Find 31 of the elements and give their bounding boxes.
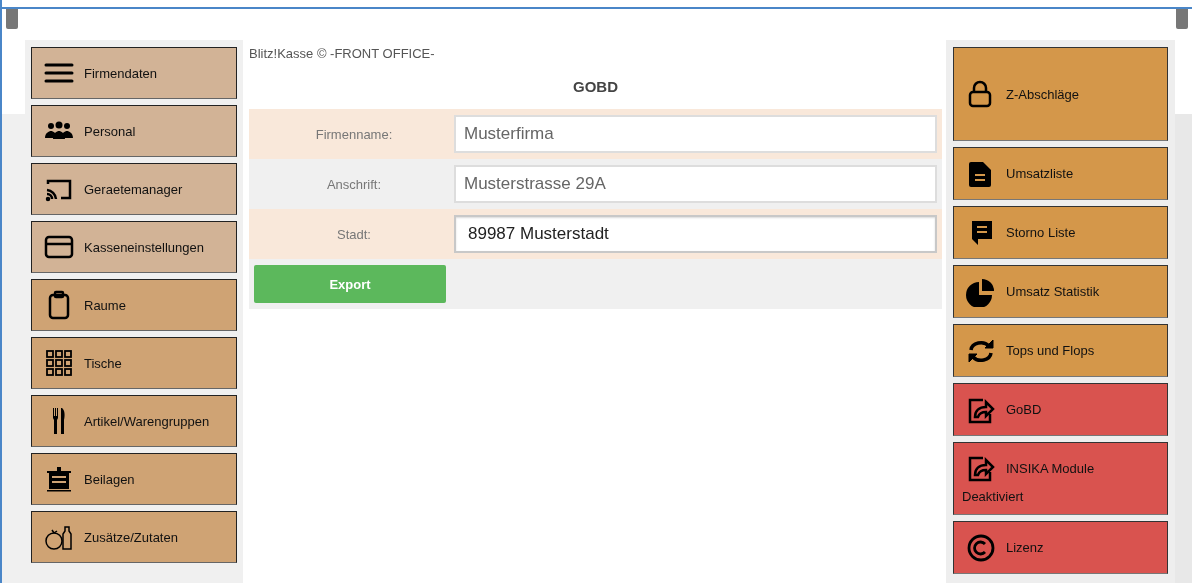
menu-button[interactable]: Tops und Flops <box>953 324 1168 377</box>
menu-button[interactable]: Z-Abschläge <box>953 47 1168 141</box>
input-field[interactable]: 89987 Musterstadt <box>454 215 937 253</box>
input-field[interactable]: Musterfirma <box>454 115 937 153</box>
menu-button[interactable]: Storno Liste <box>953 206 1168 259</box>
field-label: Firmenname: <box>314 126 394 142</box>
bookmark-icon <box>6 9 18 29</box>
pie-chart-icon <box>966 276 996 307</box>
menu-button[interactable]: Firmendaten <box>31 47 237 99</box>
menu-button[interactable]: Artikel/Warengruppen <box>31 395 237 447</box>
menu-button[interactable]: Lizenz <box>953 521 1168 574</box>
menu-button[interactable]: Tische <box>31 337 237 389</box>
input-field[interactable]: Musterstrasse 29A <box>454 165 937 203</box>
grid-icon <box>44 348 74 378</box>
pot-icon <box>44 464 74 494</box>
menu-button[interactable]: Kasseneinstellungen <box>31 221 237 273</box>
field-label: Anschrift: <box>325 176 383 192</box>
menu-button[interactable]: GoBD <box>953 383 1168 436</box>
field-label: Stadt: <box>336 226 372 242</box>
bookmark-icon <box>1176 9 1188 29</box>
copyright-icon <box>966 532 996 563</box>
menu-button[interactable]: Geraetemanager <box>31 163 237 215</box>
menu-button[interactable]: Zusätze/Zutaten <box>31 511 237 563</box>
page-title: GOBD <box>572 77 619 97</box>
app-name: Blitz!Kasse © -FRONT OFFICE- <box>249 46 436 63</box>
menu-button[interactable]: Personal <box>31 105 237 157</box>
menu-button[interactable]: Umsatzliste <box>953 147 1168 200</box>
menu-button[interactable]: Umsatz Statistik <box>953 265 1168 318</box>
menu-button[interactable]: Raume <box>31 279 237 331</box>
menu-button[interactable]: INSIKA Module Deaktiviert <box>953 442 1168 515</box>
menu-button[interactable]: Beilagen <box>31 453 237 505</box>
